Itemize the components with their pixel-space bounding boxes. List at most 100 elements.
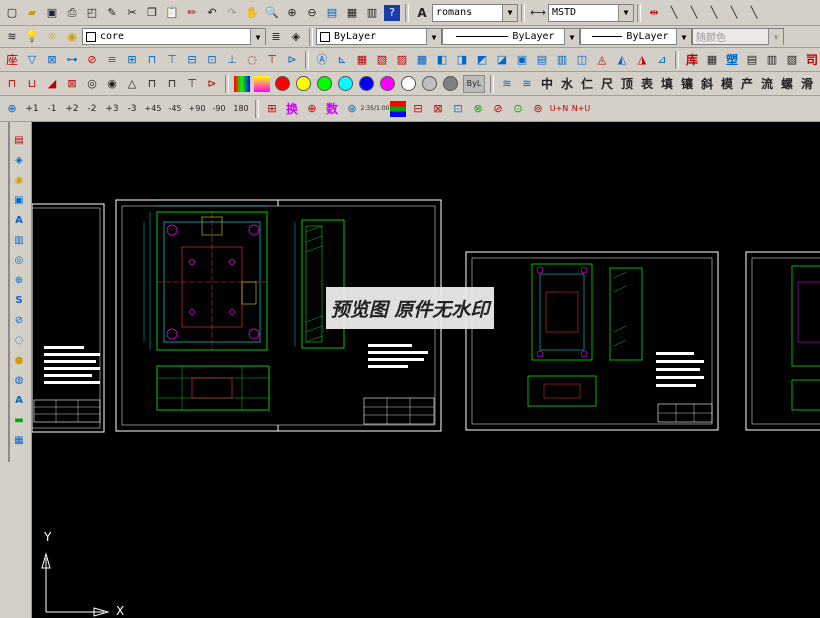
layer-freeze-icon[interactable]: ☼ xyxy=(44,29,60,45)
tool-icon[interactable]: ⊞ xyxy=(264,101,280,117)
tool-icon[interactable]: ▧ xyxy=(784,52,800,68)
pan-icon[interactable]: ✋ xyxy=(244,5,260,21)
tool-icon[interactable]: ◮ xyxy=(634,52,650,68)
tool-icon[interactable]: ⊤ xyxy=(184,76,200,92)
tool-icon[interactable]: ⊕ xyxy=(304,101,320,117)
union-tool[interactable]: U+N xyxy=(550,101,569,117)
chevron-down-icon[interactable]: ▼ xyxy=(250,29,265,45)
tool-icon[interactable]: ≊ xyxy=(519,76,535,92)
screw-tool[interactable]: 螺 xyxy=(779,76,795,92)
top-tool[interactable]: 顶 xyxy=(619,76,635,92)
product-tool[interactable]: 产 xyxy=(739,76,755,92)
fill-tool[interactable]: 填 xyxy=(659,76,675,92)
tool-icon[interactable]: ▦ xyxy=(354,52,370,68)
tool-icon[interactable]: ◢ xyxy=(44,76,60,92)
zoom-window-icon[interactable]: ⊕ xyxy=(284,5,300,21)
tool-icon[interactable]: ⊟ xyxy=(184,52,200,68)
tool-icon[interactable]: ◉ xyxy=(12,174,26,188)
offset-minus-3[interactable]: -3 xyxy=(124,101,140,117)
color-swatch-green[interactable] xyxy=(317,76,332,91)
chevron-down-icon[interactable]: ▼ xyxy=(768,29,783,45)
color-swatch-magenta[interactable] xyxy=(380,76,395,91)
tool-icon[interactable]: S xyxy=(12,294,26,308)
offset-tool-icon[interactable]: ⊕ xyxy=(4,101,20,117)
number-tool[interactable]: 数 xyxy=(324,101,340,117)
tool-icon[interactable]: ⊳ xyxy=(284,52,300,68)
swap-tool[interactable]: 换 xyxy=(284,101,300,117)
print-icon[interactable]: ⎙ xyxy=(64,5,80,21)
copy-icon[interactable]: ❐ xyxy=(144,5,160,21)
dim-style-icon[interactable]: ⟷ xyxy=(530,5,546,21)
flow-tool[interactable]: 流 xyxy=(759,76,775,92)
rotate-plus-45[interactable]: +45 xyxy=(144,101,162,117)
match-properties-icon[interactable]: ✏ xyxy=(184,5,200,21)
line-tool-icon[interactable]: ╲ xyxy=(726,5,742,21)
offset-minus-2[interactable]: -2 xyxy=(84,101,100,117)
tool-icon[interactable]: ⊶ xyxy=(64,52,80,68)
tool-icon[interactable]: ◪ xyxy=(494,52,510,68)
layer-previous-icon[interactable]: ◈ xyxy=(288,29,304,45)
tool-icon[interactable]: ▧ xyxy=(374,52,390,68)
zoom-previous-icon[interactable]: ⊖ xyxy=(304,5,320,21)
tool-icon[interactable]: ● xyxy=(12,354,26,368)
color-gradient-icon[interactable] xyxy=(254,75,270,92)
tool-icon[interactable]: ▤ xyxy=(744,52,760,68)
lineweight-select[interactable]: ByLayer ▼ xyxy=(580,28,692,45)
tool-icon[interactable]: ▦ xyxy=(704,52,720,68)
save-icon[interactable]: ▣ xyxy=(44,5,60,21)
tool-icon[interactable]: ◫ xyxy=(574,52,590,68)
tool-icon[interactable]: ▥ xyxy=(764,52,780,68)
tool-palettes-icon[interactable]: ▥ xyxy=(364,5,380,21)
tool-icon[interactable]: ◨ xyxy=(454,52,470,68)
tool-icon[interactable]: ⊗ xyxy=(470,101,486,117)
tool-icon[interactable]: ◬ xyxy=(594,52,610,68)
tool-icon[interactable]: ▥ xyxy=(554,52,570,68)
color-swatch-red[interactable] xyxy=(275,76,290,91)
new-file-icon[interactable]: ▢ xyxy=(4,5,20,21)
color-swatch-cyan[interactable] xyxy=(338,76,353,91)
tool-icon[interactable]: ⊓ xyxy=(164,76,180,92)
inlay-tool[interactable]: 镶 xyxy=(679,76,695,92)
undo-icon[interactable]: ↶ xyxy=(204,5,220,21)
open-file-icon[interactable]: ▰ xyxy=(24,5,40,21)
tool-icon[interactable]: ⊿ xyxy=(654,52,670,68)
scale-ratio-tool[interactable]: 2:35/1:00 xyxy=(361,101,390,117)
tool-icon[interactable]: ⊚ xyxy=(530,101,546,117)
tool-icon[interactable]: A xyxy=(12,214,26,228)
tool-icon[interactable]: ⊓ xyxy=(4,76,20,92)
tool-icon[interactable]: ◉ xyxy=(104,76,120,92)
tool-icon[interactable]: ◧ xyxy=(434,52,450,68)
publish-icon[interactable]: ✎ xyxy=(104,5,120,21)
color-swatch-gray[interactable] xyxy=(443,76,458,91)
chevron-down-icon[interactable]: ▼ xyxy=(618,4,633,21)
tool-icon[interactable]: ◍ xyxy=(12,374,26,388)
help-icon[interactable]: ? xyxy=(384,4,400,21)
color-bars-icon[interactable] xyxy=(390,100,406,117)
tool-icon[interactable]: ⊠ xyxy=(64,76,80,92)
mold-base-tool[interactable]: 座 xyxy=(4,52,20,68)
bylayer-color-button[interactable]: ByL xyxy=(463,74,485,93)
toolbar-grip[interactable] xyxy=(8,122,10,462)
tool-icon[interactable]: ≡ xyxy=(104,52,120,68)
plastic-tool[interactable]: 塑 xyxy=(724,52,740,68)
text-style-icon[interactable]: A xyxy=(414,5,430,21)
offset-plus-3[interactable]: +3 xyxy=(104,101,120,117)
plot-style-select[interactable]: 随颜色 ▼ xyxy=(692,28,784,45)
tool-icon[interactable]: ≋ xyxy=(499,76,515,92)
print-preview-icon[interactable]: ◰ xyxy=(84,5,100,21)
drawing-canvas[interactable]: Y X xyxy=(32,122,820,618)
tool-icon[interactable]: ⊟ xyxy=(410,101,426,117)
chevron-down-icon[interactable]: ▼ xyxy=(564,29,579,45)
tool-icon[interactable]: ▥ xyxy=(12,234,26,248)
tool-icon[interactable]: ⊤ xyxy=(164,52,180,68)
tool-icon[interactable]: ⊓ xyxy=(144,52,160,68)
zoom-realtime-icon[interactable]: 🔍 xyxy=(264,5,280,21)
tool-icon[interactable]: ◎ xyxy=(12,254,26,268)
tool-icon[interactable]: ⊘ xyxy=(12,314,26,328)
tool-icon[interactable]: ⊡ xyxy=(204,52,220,68)
tool-icon[interactable]: ⊠ xyxy=(430,101,446,117)
cut-icon[interactable]: ✂ xyxy=(124,5,140,21)
color-swatch-yellow[interactable] xyxy=(296,76,311,91)
chevron-down-icon[interactable]: ▼ xyxy=(676,29,691,45)
tool-icon[interactable]: ▣ xyxy=(514,52,530,68)
